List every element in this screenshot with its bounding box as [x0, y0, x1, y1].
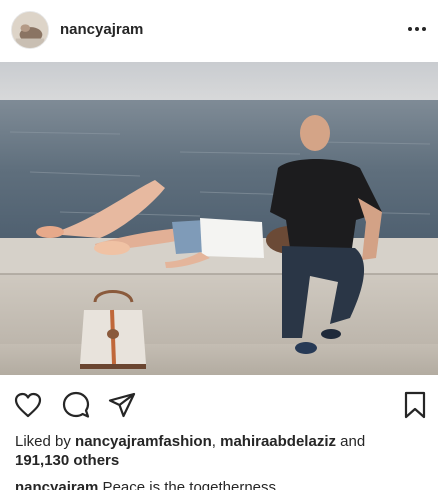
action-bar [0, 386, 438, 422]
comment-icon[interactable] [61, 390, 91, 420]
avatar[interactable] [11, 11, 49, 49]
likes-prefix: Liked by [15, 433, 76, 450]
post-header: nancyajram [0, 0, 438, 62]
post-username[interactable]: nancyajram [60, 21, 143, 38]
heart-icon[interactable] [13, 390, 43, 420]
liker-username[interactable]: mahiraabdelaziz [220, 433, 336, 450]
caption-text: Peace is the togetherness [98, 479, 277, 490]
bookmark-icon[interactable] [400, 390, 430, 420]
post-image[interactable] [0, 62, 438, 375]
caption-username[interactable]: nancyajram [15, 479, 98, 490]
send-icon[interactable] [107, 390, 137, 420]
post-caption: nancyajram Peace is the togetherness [15, 478, 425, 490]
likes-separator: , [211, 433, 221, 450]
likes-count[interactable]: 191,130 others [15, 452, 119, 469]
likes-summary: Liked by nancyajramfashion, mahiraabdela… [15, 432, 425, 470]
likes-and: and [336, 433, 366, 450]
more-horizontal-icon[interactable] [402, 14, 432, 44]
liker-username[interactable]: nancyajramfashion [75, 433, 212, 450]
